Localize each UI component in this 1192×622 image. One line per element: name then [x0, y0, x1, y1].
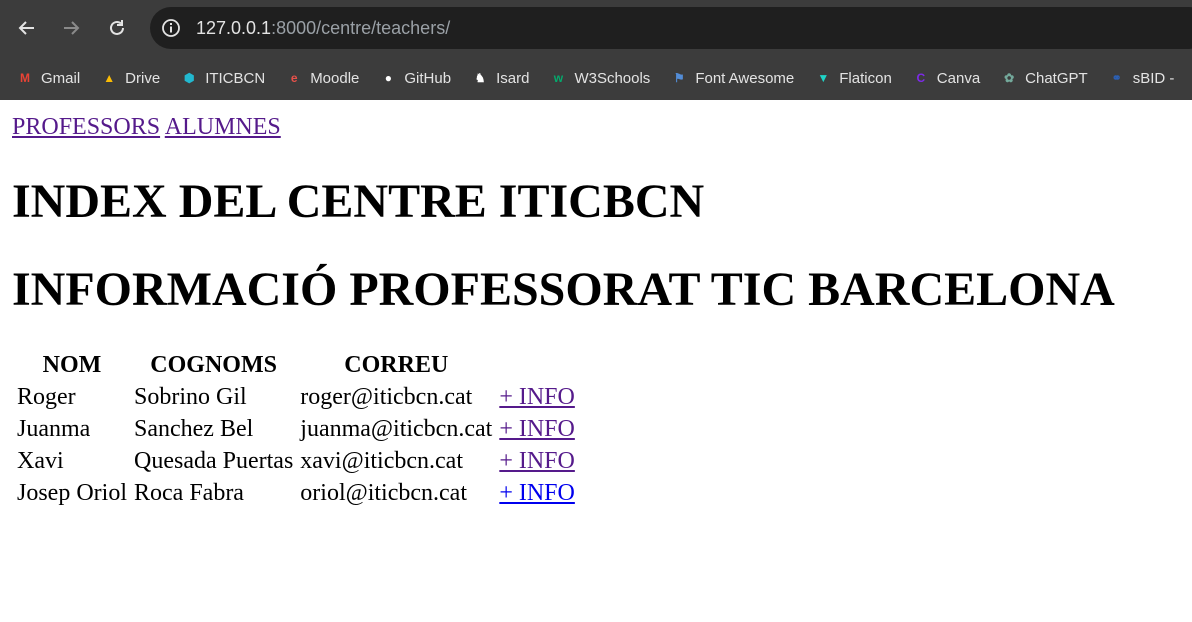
- address-bar[interactable]: 127.0.0.1:8000/centre/teachers/: [150, 7, 1192, 49]
- url-path: :8000/centre/teachers/: [271, 17, 451, 38]
- moodle-icon: e: [290, 71, 298, 85]
- bookmark-label: Canva: [936, 69, 981, 87]
- more-info-link[interactable]: + INFO: [499, 448, 575, 474]
- cell-correu: juanma@iticbcn.cat: [300, 416, 493, 442]
- cell-nom: Josep Oriol: [17, 480, 127, 506]
- bookmark-label: sBID -: [1132, 69, 1175, 87]
- section-title: INFORMACIÓ PROFESSORAT TIC BARCELONA: [12, 263, 1115, 316]
- reload-icon: [110, 20, 124, 35]
- browser-toolbar: 127.0.0.1:8000/centre/teachers/: [0, 0, 1192, 56]
- header-empty: [497, 351, 577, 380]
- alumnes-link[interactable]: ALUMNES: [165, 114, 281, 140]
- header-correu: CORREU: [344, 352, 449, 378]
- cell-info: + INFO: [497, 447, 577, 476]
- back-button[interactable]: [11, 12, 43, 44]
- cell-info: + INFO: [497, 479, 577, 508]
- bookmark-label: GitHub: [404, 69, 452, 87]
- github-icon: ●: [384, 71, 393, 85]
- table-row: Juanma Sanchez Bel juanma@iticbcn.cat + INF…: [15, 415, 577, 444]
- chatgpt-icon: ✿: [1004, 71, 1015, 85]
- forward-button[interactable]: [55, 12, 87, 44]
- header-nom: NOM: [42, 352, 102, 378]
- page-content: PROFESSORS ALUMNES INDEX DEL CENTRE ITIC…: [0, 100, 1192, 511]
- drive-icon: ▲: [103, 71, 116, 85]
- cell-cognoms: Quesada Puertas: [134, 448, 294, 474]
- bookmark-label: Moodle: [310, 69, 360, 87]
- cell-info: + INFO: [497, 383, 577, 412]
- more-info-link[interactable]: + INFO: [499, 384, 575, 410]
- cell-nom: Juanma: [17, 416, 91, 442]
- bookmark-label: ChatGPT: [1025, 69, 1088, 87]
- cell-cognoms: Sanchez Bel: [134, 416, 254, 442]
- bookmark-github[interactable]: ● GitHub: [379, 69, 451, 87]
- bookmark-canva[interactable]: C Canva: [912, 69, 980, 87]
- bookmark-w3schools[interactable]: w W3Schools: [549, 69, 651, 87]
- bookmark-label: Gmail: [41, 69, 81, 87]
- cell-correu: oriol@iticbcn.cat: [300, 480, 467, 506]
- teachers-table: NOM COGNOMS CORREU Roger Sobrino Gil roger…: [12, 348, 580, 511]
- cell-nom: Xavi: [17, 448, 64, 474]
- more-info-link[interactable]: + INFO: [499, 416, 575, 442]
- bookmark-drive[interactable]: ▲ Drive: [100, 69, 160, 87]
- header-cognoms: COGNOMS: [150, 352, 277, 378]
- site-info-icon[interactable]: [160, 17, 182, 39]
- bookmark-font-awesome[interactable]: ⚑ Font Awesome: [670, 69, 794, 87]
- reload-button[interactable]: [101, 12, 133, 44]
- iticbcn-icon: ⬢: [183, 71, 195, 85]
- bookmark-label: W3Schools: [574, 69, 651, 87]
- cell-nom: Roger: [17, 384, 76, 410]
- flaticon-icon: ▼: [817, 71, 830, 85]
- bookmark-label: Drive: [125, 69, 161, 87]
- top-nav: PROFESSORS ALUMNES: [12, 112, 1180, 142]
- cell-cognoms: Roca Fabra: [134, 480, 244, 506]
- table-header-row: NOM COGNOMS CORREU: [15, 351, 577, 380]
- bookmark-iticbcn[interactable]: ⬢ ITICBCN: [180, 69, 265, 87]
- url-text: 127.0.0.1:8000/centre/teachers/: [196, 18, 450, 39]
- bookmark-chatgpt[interactable]: ✿ ChatGPT: [1000, 69, 1088, 87]
- table-row: Josep Oriol Roca Fabra oriol@iticbcn.cat + …: [15, 479, 577, 508]
- bookmark-moodle[interactable]: e Moodle: [285, 69, 360, 87]
- bookmark-isard[interactable]: ♞ Isard: [471, 69, 530, 87]
- cell-cognoms: Sobrino Gil: [134, 384, 247, 410]
- browser-chrome: 127.0.0.1:8000/centre/teachers/ M Gmail ▲ D…: [0, 0, 1192, 100]
- arrow-left-icon: [18, 21, 34, 35]
- w3schools-icon: w: [553, 71, 564, 85]
- cell-info: + INFO: [497, 415, 577, 444]
- bookmark-label: ITICBCN: [205, 69, 266, 87]
- canva-icon: C: [916, 71, 926, 85]
- page-title: INDEX DEL CENTRE ITICBCN: [12, 175, 705, 228]
- bookmarks-bar: M Gmail ▲ Drive ⬢ ITICBCN e Moodle ● GitHub ♞ Isard…: [0, 56, 1192, 100]
- cell-correu: roger@iticbcn.cat: [300, 384, 473, 410]
- table-row: Xavi Quesada Puertas xavi@iticbcn.cat + INF…: [15, 447, 577, 476]
- bookmark-label: Font Awesome: [695, 69, 795, 87]
- table-row: Roger Sobrino Gil roger@iticbcn.cat + INFO: [15, 383, 577, 412]
- isard-icon: ♞: [474, 71, 486, 85]
- bookmark-gmail[interactable]: M Gmail: [16, 69, 80, 87]
- arrow-right-icon: [64, 21, 80, 35]
- url-host: 127.0.0.1: [196, 17, 272, 38]
- gmail-icon: M: [20, 71, 30, 85]
- bookmark-label: Isard: [496, 69, 530, 87]
- bookmark-sbid[interactable]: ⚭ sBID -: [1108, 69, 1175, 87]
- font-awesome-icon: ⚑: [673, 71, 685, 85]
- cell-correu: xavi@iticbcn.cat: [300, 448, 463, 474]
- more-info-link[interactable]: + INFO: [499, 480, 575, 506]
- bookmark-flaticon[interactable]: ▼ Flaticon: [814, 69, 892, 87]
- bookmark-label: Flaticon: [839, 69, 892, 87]
- professors-link[interactable]: PROFESSORS: [12, 114, 160, 140]
- sbid-icon: ⚭: [1111, 71, 1122, 85]
